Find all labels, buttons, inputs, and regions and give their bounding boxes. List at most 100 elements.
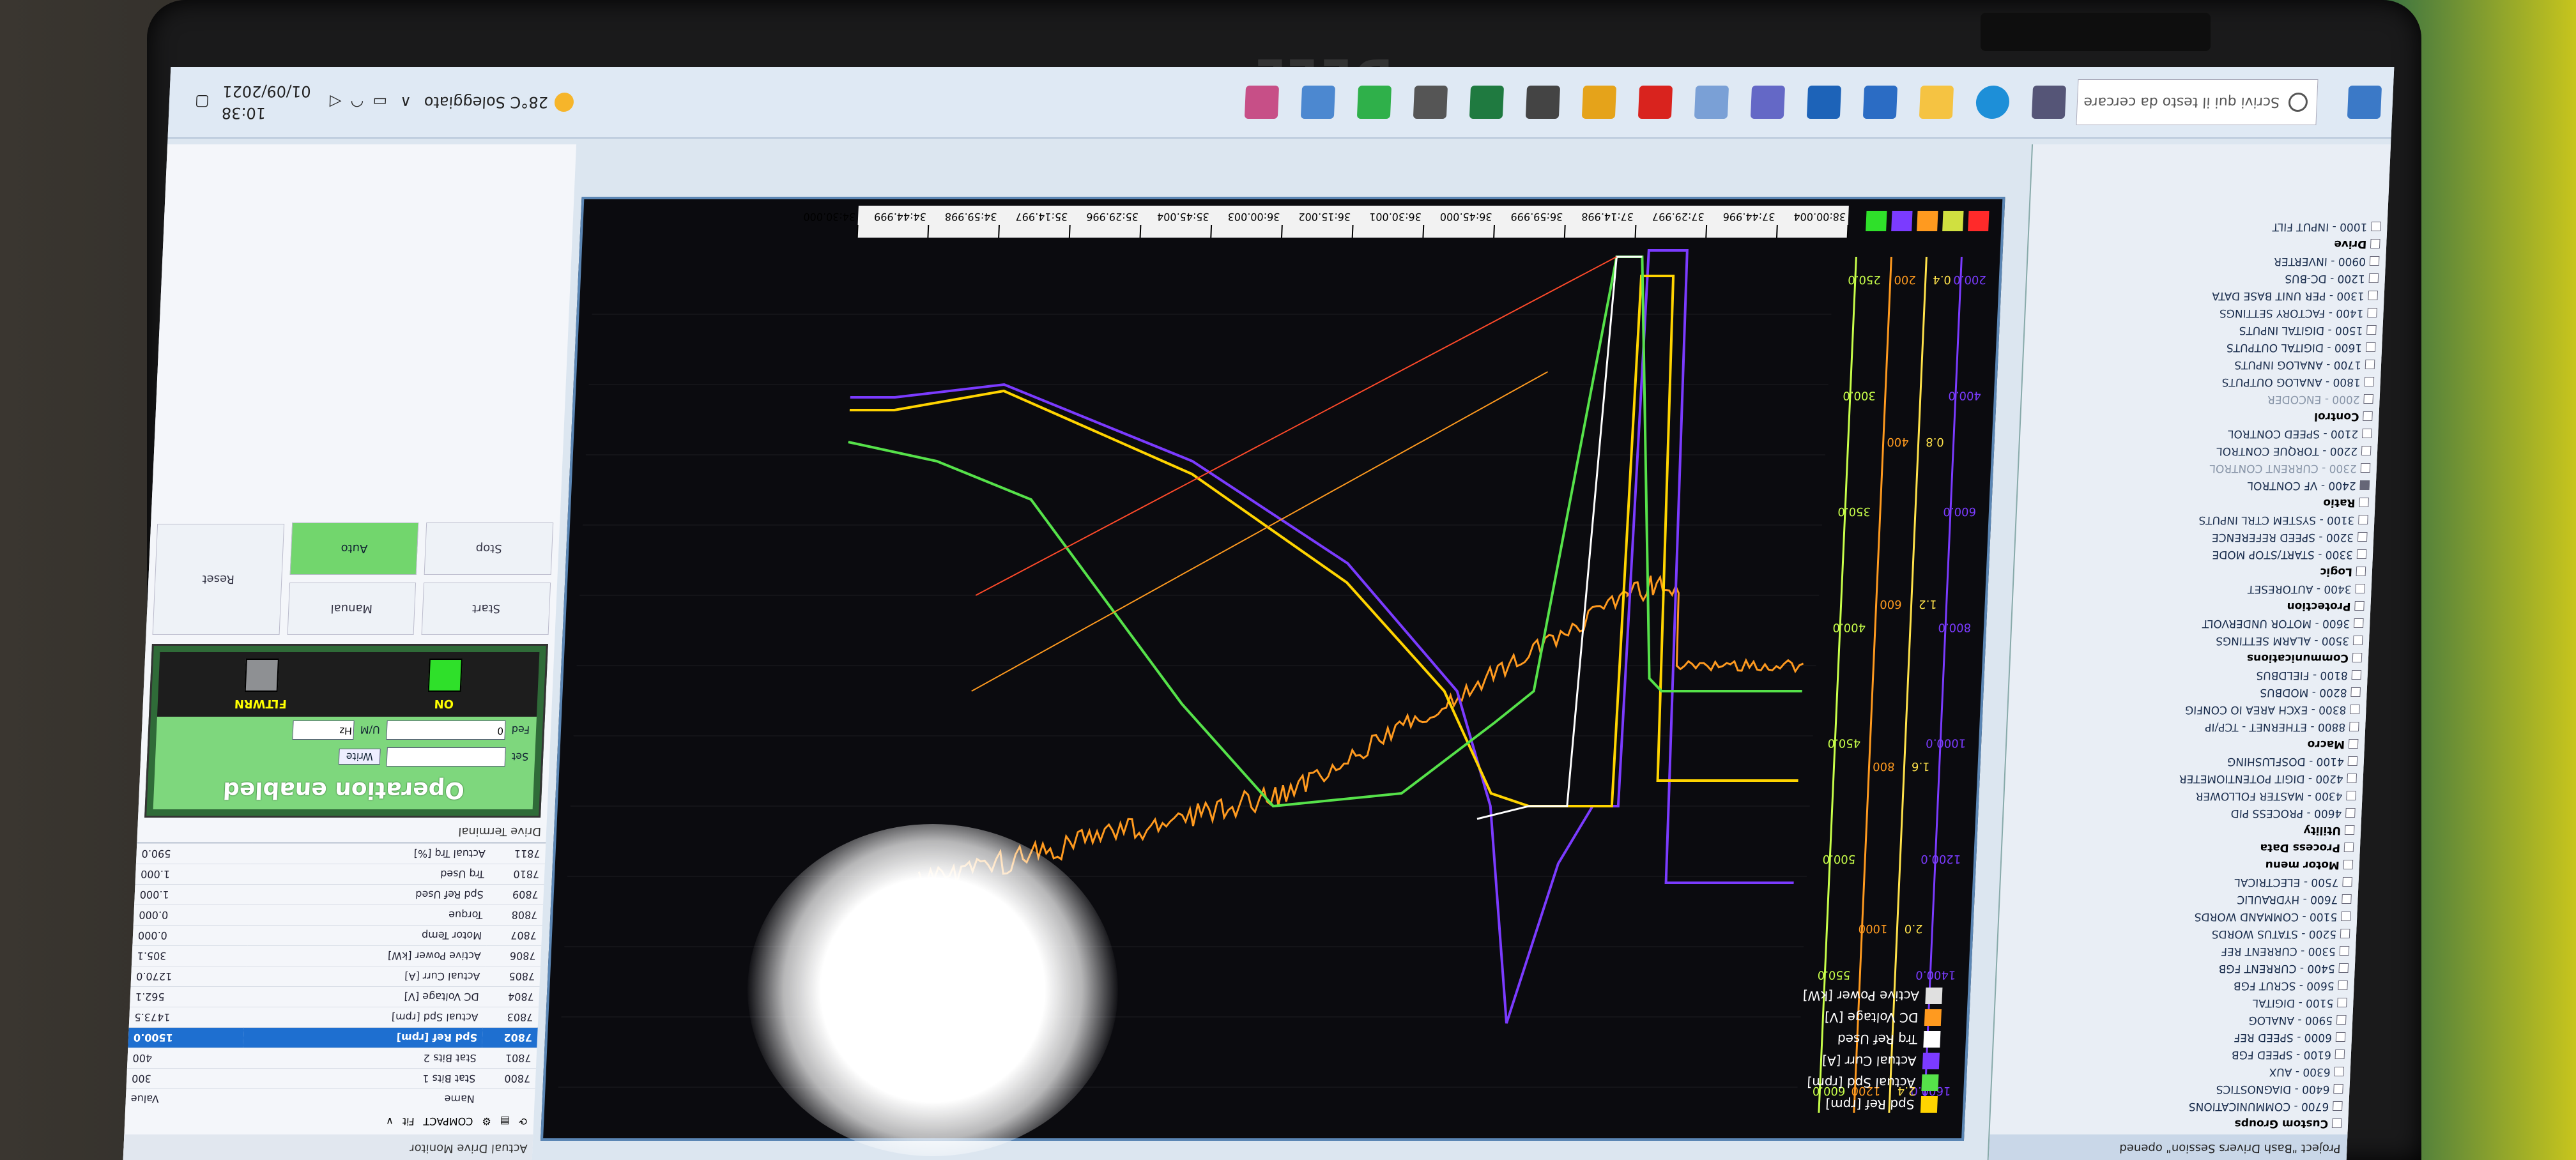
legend-entry[interactable]: Active Power [kW] [1802,988,1942,1004]
checkbox-icon[interactable] [2337,998,2347,1008]
checkbox-icon[interactable] [2349,740,2359,749]
tree-item[interactable]: 0900 - INVERTER [2028,252,2380,270]
param-row[interactable]: 7805 Actual Curr [A] 1270.0 [131,966,540,987]
tree-item[interactable]: 6700 - COMMUNICATIONS [1991,1097,2343,1115]
legend-entry[interactable]: Trq Ref Used [1800,1031,1940,1048]
tree-item[interactable]: 6400 - DIAGNOSTICS [1991,1080,2343,1097]
settings-icon[interactable]: ⚙ [482,1116,491,1128]
weather-text[interactable]: 28°C Soleggiato [424,93,548,111]
checkbox-icon[interactable] [2361,446,2372,456]
legend-swatch[interactable] [1924,1009,1942,1026]
notification-icon[interactable]: ▢ [194,93,210,111]
teams-icon[interactable] [1751,86,1785,119]
checkbox-icon[interactable] [2352,653,2363,663]
chart-icon[interactable]: ▤ [500,1116,510,1128]
checkbox-icon[interactable] [2359,481,2370,491]
outlook-icon[interactable] [1807,86,1841,119]
checkbox-icon[interactable] [2370,240,2380,249]
store-icon[interactable] [1863,86,1897,119]
checkbox-icon[interactable] [2334,1067,2344,1077]
tree-item[interactable]: 1200 - DC-BUS [2027,270,2379,287]
checkbox-icon[interactable] [2358,515,2368,525]
auto-button[interactable]: Auto [289,523,418,575]
param-row[interactable]: 7801 Stat Bits 2 400 [127,1048,537,1069]
legend-swatch[interactable] [1920,1096,1938,1113]
project-tree[interactable]: Project "Bash Drivers Session" opened Cu… [1988,144,2391,1160]
tree-list[interactable]: Custom Groups 6700 - COMMUNICATIONS 6400 -… [1989,218,2388,1134]
tree-item[interactable]: 2000 - ENCODER [2021,390,2373,408]
legend-entry[interactable]: DC Voltage [V] [1802,1009,1942,1026]
tree-item[interactable]: 8800 - ETHERNET - TCP/IP [2007,718,2359,735]
volume-icon[interactable]: ◁ [329,93,342,111]
checkbox-icon[interactable] [2342,895,2352,904]
tree-item[interactable]: 4100 - DOSFLUSHING [2005,752,2358,770]
checkbox-icon[interactable] [2364,378,2374,387]
tree-item[interactable]: 8300 - EXCH AREA IO CONFIG [2008,701,2360,718]
checkbox-icon[interactable] [2359,498,2369,508]
edge-icon[interactable] [1975,86,2010,119]
tree-item[interactable]: 7600 - HYDRAULIC [2000,890,2352,908]
tree-group[interactable]: Control [2021,408,2373,425]
tree-item[interactable]: 6100 - SPEED FGB [1993,1046,2345,1063]
checkbox-icon[interactable] [2355,584,2365,594]
param-row[interactable]: 7807 Motor Temp 0.000 [132,926,542,946]
checkbox-icon[interactable] [2343,860,2353,870]
tree-item[interactable]: 3300 - START/STOP MODE [2014,546,2366,563]
checkbox-icon[interactable] [2342,878,2352,887]
checkbox-icon[interactable] [2340,929,2350,939]
param-row[interactable]: 7802 Spd Ref [rpm] 1500.0 [128,1028,537,1048]
checkbox-icon[interactable] [2367,309,2377,318]
checkbox-icon[interactable] [2340,947,2350,956]
tree-item[interactable]: 5100 - DIGITAL [1995,994,2347,1011]
tree-item[interactable]: 4600 - PROCESS PID [2004,804,2356,821]
checkbox-icon[interactable] [2336,1016,2347,1025]
acrobat-icon[interactable] [1638,86,1673,119]
write-button[interactable]: Write [339,749,380,765]
app-icon[interactable] [1694,86,1729,119]
manual-button[interactable]: Manual [287,583,416,635]
clock[interactable]: 10:38 01/09/2021 [221,80,311,124]
param-row[interactable]: 7808 Torque 0.000 [134,905,543,926]
tree-item[interactable]: 2100 - SPEED CONTROL [2020,425,2372,442]
battery-icon[interactable]: ▭ [372,93,388,111]
tree-item[interactable]: 1700 - ANALOG INPUTS [2023,356,2375,373]
search-box[interactable]: Scrivi qui il testo da cercare [2076,79,2318,125]
network-tool-icon[interactable] [1301,86,1335,119]
tree-item[interactable]: 5100 - COMMAND WORDS [1999,908,2351,925]
tree-item[interactable]: 8100 - FIELDBUS [2009,666,2361,683]
tree-item[interactable]: 3200 - SPEED REFERENCE [2016,528,2368,546]
checkbox-icon[interactable] [2335,1050,2345,1060]
legend-swatch[interactable] [1921,1074,1938,1091]
checkbox-icon[interactable] [2336,1033,2346,1042]
checkbox-icon[interactable] [2338,964,2349,973]
tree-item[interactable]: 1000 - INPUT FILT [2029,218,2381,235]
start-button[interactable]: Start [422,583,551,635]
checkbox-icon[interactable] [2348,757,2358,767]
file-explorer-icon[interactable] [1919,86,1954,119]
tree-item[interactable]: 6300 - AUX [1992,1063,2344,1080]
checkbox-icon[interactable] [2362,429,2372,439]
checkbox-icon[interactable] [2354,619,2364,629]
legend-swatch[interactable] [1922,1053,1940,1069]
legend-entry[interactable]: Actual Curr [A] [1800,1053,1940,1069]
tree-item[interactable]: 7500 - ELECTRICAL [2000,873,2352,890]
tree-item[interactable]: 2400 - VF CONTROL [2018,477,2370,494]
checkbox-icon[interactable] [2346,791,2356,801]
checkbox-icon[interactable] [2363,412,2373,422]
tree-item[interactable]: 3600 - MOTOR UNDERVOLT [2012,614,2364,632]
tree-item[interactable]: 8200 - MODBUS [2009,683,2361,701]
tree-group[interactable]: Drive [2028,235,2380,252]
checkbox-icon[interactable] [2358,533,2368,542]
checkbox-icon[interactable] [2338,981,2348,991]
compact-select[interactable]: COMPACT [423,1116,473,1128]
set-input[interactable] [386,747,505,767]
checkbox-icon[interactable] [2366,343,2376,353]
tree-item[interactable]: 3100 - SYSTEM CTRL INPUTS [2016,511,2368,528]
param-row[interactable]: 7804 DC Voltage [V] 562.1 [130,987,539,1007]
checkbox-icon[interactable] [2368,291,2378,301]
checkbox-icon[interactable] [2365,360,2375,370]
tree-item[interactable]: 5900 - ANALOG [1995,1011,2347,1028]
tree-group[interactable]: Logic [2014,563,2366,580]
param-row[interactable]: 7810 Trq Used 1.000 [135,864,544,885]
tree-item[interactable]: 1800 - ANALOG OUTPUTS [2022,373,2374,390]
